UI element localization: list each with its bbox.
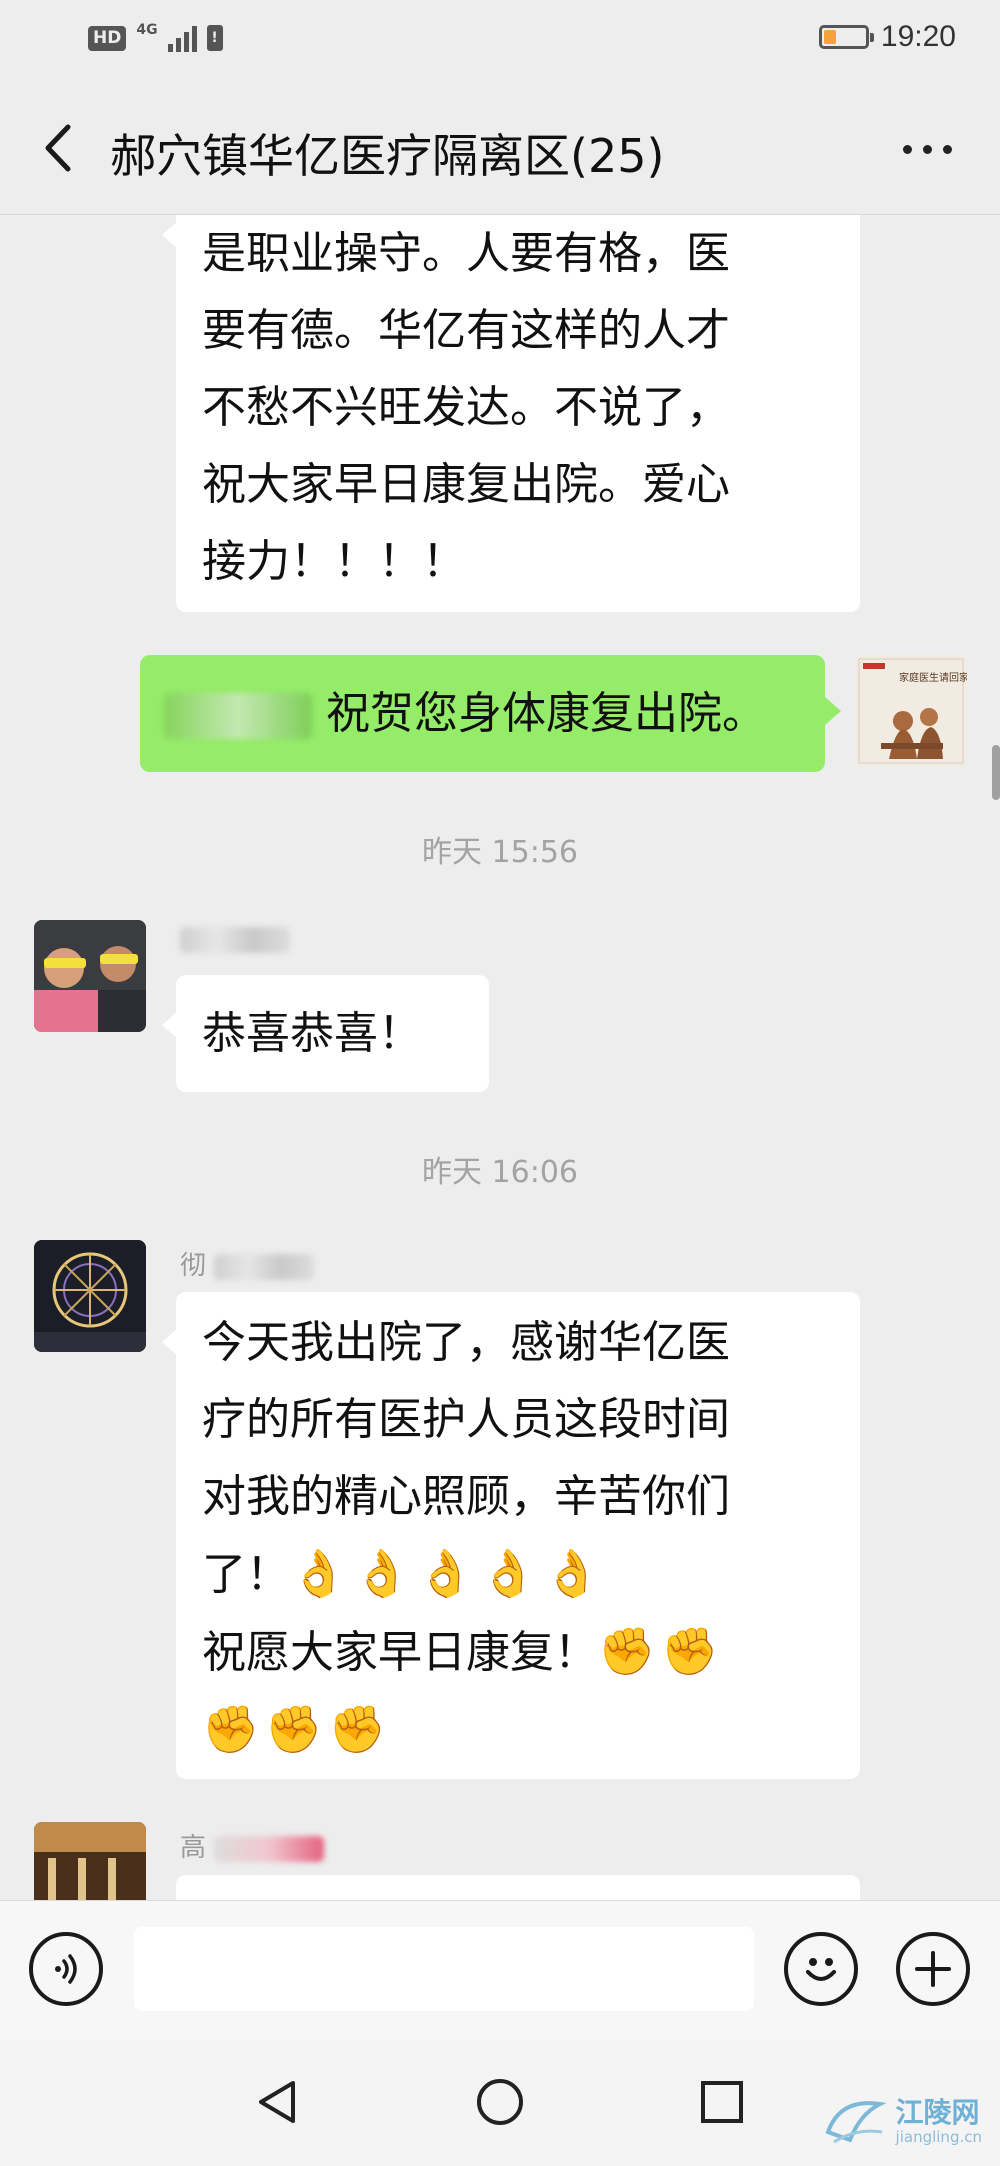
nav-back-icon [259,2081,295,2123]
status-time: 19:20 [880,20,956,53]
watermark-title: 江陵网 [895,2096,980,2130]
fist-emoji: ✊✊ [598,1624,725,1678]
page-title: 郝穴镇华亿医疗隔离区(25) [110,129,665,183]
my-message-bubble[interactable]: 祝贺您身体康复出院。 [140,655,841,772]
avatar-photo [34,920,146,1032]
sender-name: 彻 [180,1245,315,1282]
message-line: ✊✊✊ [202,1691,834,1769]
status-bar: HD 4G ! 19:20 [0,0,1000,80]
message-line: 今天我出院了，感谢华亿医 [202,1317,730,1368]
nav-recents-button[interactable] [692,2072,752,2132]
ok-hand-emoji: 👌👌👌👌👌 [290,1546,607,1600]
avatar-photo [34,1822,146,1900]
sender-avatar[interactable] [34,1240,146,1352]
chevron-left-icon [45,124,71,172]
message-text: 恭喜恭喜！ [202,1008,422,1059]
message-line: 不愁不兴旺发达。不说了， [202,382,730,433]
back-button[interactable] [32,118,82,178]
emoji-icon [806,1958,836,1981]
message-line: 接力！！！！ [202,536,466,587]
message-bubble[interactable]: 是职业操守。人要有格，医 要有德。华亿有这样的人才 不愁不兴旺发达。不说了， 祝… [162,215,860,612]
watermark-url: jiangling.cn [895,2128,982,2147]
sender-name: 高 [180,1827,325,1864]
network-type: 4G [136,22,158,38]
message-line: 要有德。华亿有这样的人才 [202,305,730,356]
more-dots-icon [902,144,912,154]
avatar-photo [34,1240,146,1352]
emoji-button[interactable] [784,1932,858,2006]
timestamp: 昨天 16:06 [422,1155,578,1190]
message-bubble[interactable]: 恭喜恭喜！ [162,975,489,1092]
message-line: 祝愿大家早日康复！✊✊ [202,1624,725,1678]
timestamp: 昨天 15:56 [422,835,578,870]
avatar-caption: 家庭医生请回家 [899,673,967,684]
input-bar [0,1900,1000,2040]
battery-icon [818,25,874,49]
message-line: 了！👌👌👌👌👌 [202,1546,607,1600]
voice-button[interactable] [29,1932,103,2006]
sim-alert-icon: ! [206,25,223,51]
voice-icon [55,1954,77,1984]
nav-recents-icon [701,2081,743,2123]
fist-emoji: ✊✊✊ [202,1702,392,1756]
message-line: 祝大家早日康复出院。爱心 [202,459,730,510]
sender-name-blurred [180,927,290,960]
nav-back-button[interactable] [248,2072,308,2132]
sender-avatar[interactable] [34,920,146,1032]
plus-button[interactable] [896,1932,970,2006]
watermark-logo-icon [825,2101,887,2144]
message-bubble[interactable]: 今天我出院了，感谢华亿医 疗的所有医护人员这段时间 对我的精心照顾，辛苦你们 了… [162,1292,860,1779]
plus-icon [915,1951,951,1987]
message-bubble[interactable] [176,1875,860,1900]
nav-home-button[interactable] [470,2072,530,2132]
site-watermark: 江陵网 jiangling.cn [820,2092,982,2152]
signal-icon [167,24,197,52]
message-line: 疗的所有医护人员这段时间 [202,1394,730,1445]
message-text: 祝贺您身体康复出院。 [326,688,766,739]
sender-avatar[interactable] [34,1822,146,1900]
mention-blurred [164,693,312,739]
hd-badge: HD [88,25,127,51]
my-avatar[interactable]: 家庭医生请回家 [855,655,967,767]
message-input[interactable] [134,1927,754,2011]
message-list[interactable]: 是职业操守。人要有格，医 要有德。华亿有这样的人才 不愁不兴旺发达。不说了， 祝… [0,215,1000,1900]
message-line: 是职业操守。人要有格，医 [202,228,730,279]
chat-header: 郝穴镇华亿医疗隔离区(25) [0,80,1000,215]
nav-home-icon [477,2079,523,2125]
status-left: HD 4G ! [88,22,223,52]
message-line: 对我的精心照顾，辛苦你们 [202,1471,730,1522]
status-right: 19:20 [818,20,956,54]
more-options-button[interactable] [892,124,962,174]
scrollbar-thumb[interactable] [992,745,1000,800]
battery-level [823,30,836,44]
